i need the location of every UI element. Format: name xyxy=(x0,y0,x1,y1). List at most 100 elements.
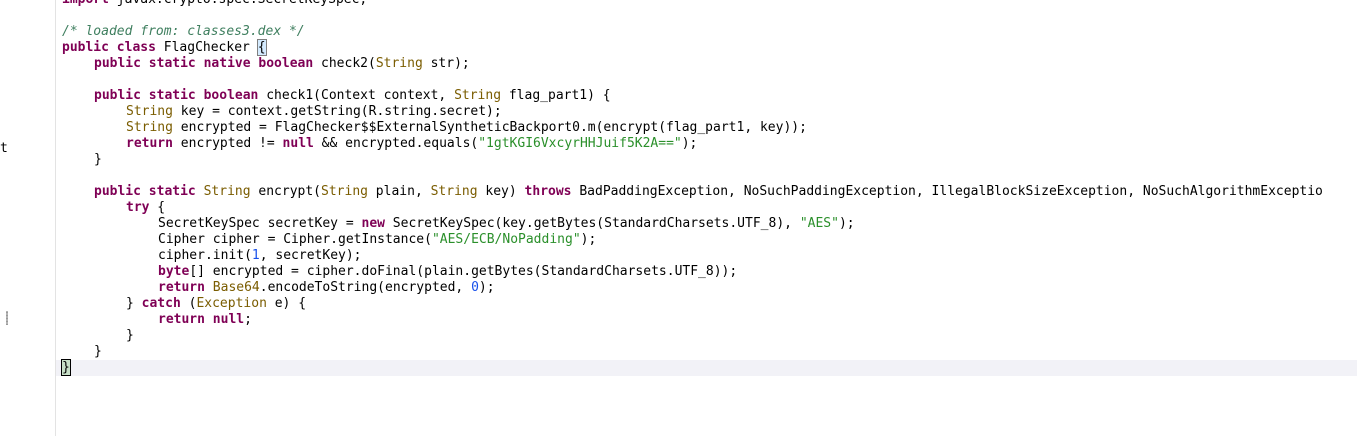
code-token: "1gtKGI6VxcyrHHJuif5K2A==" xyxy=(478,136,682,151)
code-text: } xyxy=(94,344,102,360)
code-token: class xyxy=(116,40,156,55)
code-token: static xyxy=(148,88,196,103)
code-line[interactable]: 13String key = context.getString(R.strin… xyxy=(56,104,1357,120)
code-line[interactable]: 21SecretKeySpec secretKey = new SecretKe… xyxy=(56,216,1357,232)
code-line-current[interactable]: } xyxy=(56,359,1357,376)
code-line[interactable]: 28return null; xyxy=(56,312,1357,328)
matched-brace: { xyxy=(256,39,267,56)
code-token: } xyxy=(126,328,134,343)
code-token: "AES" xyxy=(799,216,839,231)
code-token: str); xyxy=(422,56,470,71)
code-line[interactable]: import javax.crypto.spec.SecretKeySpec; xyxy=(56,0,1357,8)
code-line[interactable]: 24cipher.init(1, secretKey); xyxy=(56,248,1357,264)
code-line[interactable]: } xyxy=(56,328,1357,344)
code-line[interactable]: } xyxy=(56,344,1357,360)
code-token: Base64 xyxy=(212,280,260,295)
code-line[interactable]: 20∨public static String encrypt(String p… xyxy=(56,184,1357,200)
code-text: } catch (Exception e) { xyxy=(126,296,306,312)
code-text: Cipher cipher = Cipher.getInstance("AES/… xyxy=(158,232,596,248)
code-text: } xyxy=(126,328,134,344)
code-text: return encrypted != null && encrypted.eq… xyxy=(126,136,697,152)
code-line[interactable]: public static native boolean check2(Stri… xyxy=(56,56,1357,72)
code-token: null xyxy=(282,136,314,151)
code-token: static xyxy=(148,56,196,71)
code-token: 1 xyxy=(251,248,260,263)
code-token: ); xyxy=(681,136,698,151)
code-token: return xyxy=(158,312,205,327)
code-token: Cipher cipher = Cipher.getInstance( xyxy=(158,232,432,247)
code-text: public static native boolean check2(Stri… xyxy=(94,56,470,72)
code-token: String xyxy=(321,184,368,199)
code-token: } xyxy=(94,152,102,167)
code-token: key) xyxy=(477,184,525,199)
code-token: BadPaddingException, NoSuchPaddingExcept… xyxy=(571,184,1323,199)
code-token: public xyxy=(94,184,141,199)
code-text: import javax.crypto.spec.SecretKeySpec; xyxy=(62,0,367,8)
code-line[interactable]: 26return Base64.encodeToString(encrypted… xyxy=(56,280,1357,296)
code-token: encrypted != xyxy=(172,136,283,151)
code-token: ( xyxy=(180,296,197,311)
line-number-gutter xyxy=(9,0,56,436)
code-line[interactable]: 12∨public static boolean check1(Context … xyxy=(56,88,1357,104)
code-line[interactable]: /* loaded from: classes3.dex */ xyxy=(56,24,1357,40)
code-token: boolean xyxy=(203,88,259,103)
code-token: SecretKeySpec(key.getBytes(StandardChars… xyxy=(384,216,800,231)
code-line[interactable]: 11∨public class FlagChecker { xyxy=(56,39,1357,56)
code-line[interactable]: 25byte[] encrypted = cipher.doFinal(plai… xyxy=(56,264,1357,280)
code-token: "AES/ECB/NoPadding" xyxy=(431,232,581,247)
code-line[interactable]: } catch (Exception e) { xyxy=(56,296,1357,312)
text-caret-brace: } xyxy=(61,359,71,376)
code-token: return xyxy=(158,280,205,295)
code-editor[interactable]: import javax.crypto.spec.SecretKeySpec; /… xyxy=(56,0,1357,436)
code-text: return null; xyxy=(158,312,252,328)
code-token: e) { xyxy=(266,296,307,311)
code-token: FlagChecker xyxy=(155,40,258,55)
code-token: { xyxy=(149,200,166,215)
code-text: public static String encrypt(String plai… xyxy=(94,184,1323,200)
code-line[interactable]: try { xyxy=(56,200,1357,216)
code-token: String xyxy=(126,120,173,135)
code-token: String xyxy=(454,88,502,103)
code-token: check1(Context context, xyxy=(258,88,455,103)
code-text: return Base64.encodeToString(encrypted, … xyxy=(158,280,495,296)
code-token: throws xyxy=(524,184,572,199)
code-line[interactable]: } xyxy=(56,152,1357,168)
code-token: [] encrypted = cipher.doFinal(plain.getB… xyxy=(189,264,738,279)
code-token: SecretKeySpec secretKey = xyxy=(158,216,362,231)
code-text: byte[] encrypted = cipher.doFinal(plain.… xyxy=(158,264,737,280)
code-text: String key = context.getString(R.string.… xyxy=(126,104,502,120)
code-text: try { xyxy=(126,200,165,216)
code-token: new xyxy=(361,216,385,231)
code-line[interactable]: 23Cipher cipher = Cipher.getInstance("AE… xyxy=(56,232,1357,248)
code-text: String encrypted = FlagChecker$$External… xyxy=(126,120,807,136)
code-token: key = context.getString(R.string.secret)… xyxy=(172,104,502,119)
code-token: ); xyxy=(580,232,597,247)
code-token: && encrypted.equals( xyxy=(313,136,479,151)
code-token: } xyxy=(94,344,102,359)
code-token: static xyxy=(148,184,196,199)
code-line[interactable]: return encrypted != null && encrypted.eq… xyxy=(56,136,1357,152)
code-token: ); xyxy=(478,280,495,295)
code-text: public static boolean check1(Context con… xyxy=(94,88,611,104)
left-margin-strip: t xyxy=(0,0,9,436)
code-line[interactable]: 14String encrypted = FlagChecker$$Extern… xyxy=(56,120,1357,136)
code-token: ; xyxy=(244,312,252,327)
code-text: cipher.init(1, secretKey); xyxy=(158,248,362,264)
code-token: return xyxy=(126,136,173,151)
code-token: plain, xyxy=(367,184,431,199)
code-token: , secretKey); xyxy=(259,248,362,263)
code-token: cipher.init( xyxy=(158,248,252,263)
code-token: flag_part1) { xyxy=(501,88,611,103)
code-token: Exception xyxy=(196,296,267,311)
splitter-grip[interactable] xyxy=(6,311,8,325)
code-token: null xyxy=(212,312,245,327)
code-token: String xyxy=(430,184,478,199)
code-token: /* loaded from: classes3.dex */ xyxy=(62,24,305,39)
code-token: } xyxy=(126,296,142,311)
code-token: String xyxy=(203,184,251,199)
margin-glyph: t xyxy=(0,141,8,156)
